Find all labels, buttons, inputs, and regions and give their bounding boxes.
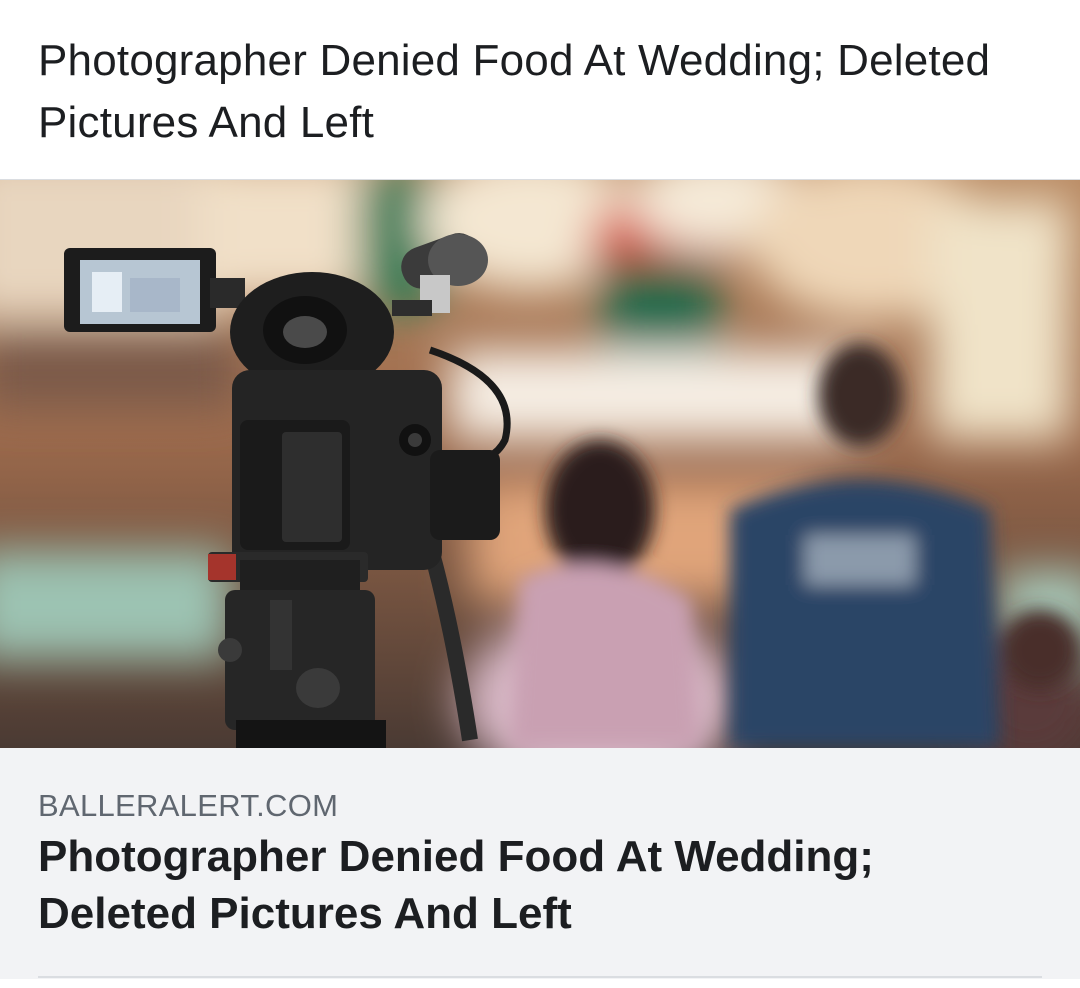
post-container: Photographer Denied Food At Wedding; Del… [0,0,1080,988]
link-preview-footer[interactable]: BALLERALERT.COM Photographer Denied Food… [0,748,1080,979]
post-text: Photographer Denied Food At Wedding; Del… [38,36,991,147]
link-preview-card[interactable]: BALLERALERT.COM Photographer Denied Food… [0,179,1080,979]
divider [38,976,1042,978]
link-title[interactable]: Photographer Denied Food At Wedding; Del… [38,828,1038,942]
link-domain: BALLERALERT.COM [38,788,339,823]
link-preview-image[interactable] [0,180,1080,748]
